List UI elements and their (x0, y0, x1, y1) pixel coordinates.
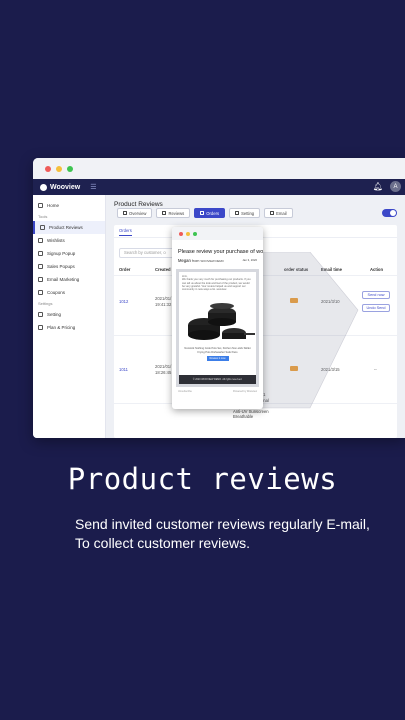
window-titlebar (33, 158, 405, 179)
sidebar-item-label: Email Marketing (47, 277, 80, 282)
email-preview-popup: Please review your purchase of woovie...… (172, 227, 263, 409)
headline: Product reviews (67, 462, 338, 496)
sidebar-group-settings: Settings (38, 301, 53, 306)
review-now-button[interactable]: Review it now (206, 356, 229, 362)
reviews-icon (162, 211, 167, 215)
product-image (182, 295, 255, 347)
store-name: WOOVIEW DEMO (200, 259, 224, 263)
sidebar-item-label: Home (47, 203, 60, 208)
column-header-action: Action (370, 267, 384, 272)
heart-icon (38, 238, 43, 243)
email-body: Hi A, We thank you very much for purchas… (176, 269, 259, 387)
product-caption: Nonstick Nothing Cook Pots Set, Kitchen … (184, 347, 251, 354)
description-line-2: To collect customer reviews. (75, 535, 251, 551)
gear-icon (235, 211, 240, 215)
sidebar-item-setting[interactable]: Setting (33, 308, 105, 321)
sidebar-item-label: Product Reviews (49, 225, 83, 230)
wooview-logo-icon (40, 183, 47, 191)
tab-email[interactable]: Email (264, 208, 293, 218)
sidebar-item-label: Plan & Pricing (47, 325, 76, 330)
maximize-popup-button[interactable] (193, 231, 197, 236)
sidebar: Home Tools Product Reviews Wishlists Sig… (33, 195, 106, 438)
powered-by: Powered by Wooview (233, 390, 257, 393)
popup-titlebar (172, 227, 263, 240)
home-icon (38, 203, 43, 208)
sidebar-item-coupons[interactable]: Coupons (33, 286, 105, 299)
sidebar-item-signup-popup[interactable]: Signup Popup (33, 247, 105, 260)
minimize-popup-button[interactable] (186, 231, 190, 236)
email-bottom-links: Unsubscribe Powered by Wooview (172, 387, 263, 396)
email-subject: Please review your purchase of woovie... (178, 249, 263, 255)
sidebar-group-tools: Tools (38, 214, 48, 219)
order-created: 2021/01/ 18:26:45 (155, 364, 172, 375)
sidebar-item-label: Coupons (47, 290, 66, 295)
sidebar-item-label: Setting (47, 312, 62, 317)
tab-setting[interactable]: Setting (229, 208, 261, 218)
app-header: Wooview ☰ 🔔︎ A (33, 179, 405, 195)
overview-icon (123, 211, 127, 215)
menu-icon[interactable]: ☰ (90, 183, 96, 191)
email-icon (270, 211, 275, 215)
no-action: -- (374, 367, 377, 372)
coupon-icon (38, 290, 43, 295)
sidebar-item-plan-pricing[interactable]: Plan & Pricing (33, 321, 105, 334)
sidebar-item-label: Signup Popup (47, 251, 76, 256)
bell-icon[interactable]: 🔔︎ (373, 182, 383, 191)
email-message: We thank you very much for purchasing ou… (182, 278, 251, 292)
order-number-link[interactable]: 1012 (119, 299, 128, 305)
popup-icon (38, 251, 43, 256)
order-number-link[interactable]: 1011 (119, 367, 128, 373)
sender-name: Megan (178, 258, 191, 263)
sidebar-item-email-marketing[interactable]: Email Marketing (33, 273, 105, 286)
unsubscribe-link[interactable]: Unsubscribe (178, 390, 192, 393)
tab-reviews[interactable]: Reviews (156, 208, 191, 218)
avatar[interactable]: A (390, 181, 401, 192)
sidebar-item-home[interactable]: Home (33, 199, 105, 212)
sidebar-item-label: Sales Popups (47, 264, 75, 269)
sidebar-item-wishlists[interactable]: Wishlists (33, 234, 105, 247)
reviews-icon (40, 225, 45, 230)
order-created: 2021/01/ 19:41:32 (155, 296, 172, 307)
tab-bar: Overview Reviews Orders Setting Email (117, 208, 293, 218)
undo-send-button[interactable]: Undo Send (362, 304, 390, 312)
email-icon (38, 277, 43, 282)
tab-overview[interactable]: Overview (117, 208, 153, 218)
from-label: from (191, 259, 200, 263)
column-header-created: Created (155, 267, 171, 272)
gear-icon (38, 312, 43, 317)
page-title: Product Reviews (114, 201, 163, 208)
sidebar-item-product-reviews[interactable]: Product Reviews (33, 221, 105, 234)
sidebar-item-label: Wishlists (47, 238, 65, 243)
minimize-window-button[interactable] (56, 165, 62, 172)
app-name: Wooview (50, 183, 81, 191)
subtab-orders[interactable]: Orders (119, 228, 132, 236)
search-input[interactable]: Search by customer, o (119, 248, 175, 258)
maximize-window-button[interactable] (67, 165, 73, 172)
send-now-button[interactable]: Send now (362, 291, 390, 299)
tab-orders[interactable]: Orders (194, 208, 226, 218)
orders-icon (200, 211, 205, 215)
column-header-order: Order (119, 267, 131, 272)
description-line-1: Send invited customer reviews regularly … (75, 516, 370, 532)
enable-toggle[interactable] (382, 209, 397, 217)
email-footer: © 2020 WOOVIEW DEMO. All rights reserved… (179, 375, 256, 384)
sidebar-item-sales-popups[interactable]: Sales Popups (33, 260, 105, 273)
plan-icon (38, 325, 43, 330)
email-date: Jan 3, 2020 (242, 258, 257, 262)
sales-icon (38, 264, 43, 269)
close-window-button[interactable] (45, 165, 51, 172)
email-content: Hi A, We thank you very much for purchas… (179, 272, 256, 384)
description: Send invited customer reviews regularly … (75, 515, 370, 553)
email-sender-row: Megan from WOOVIEW DEMO Jan 3, 2020 (172, 255, 263, 266)
close-popup-button[interactable] (179, 231, 183, 236)
